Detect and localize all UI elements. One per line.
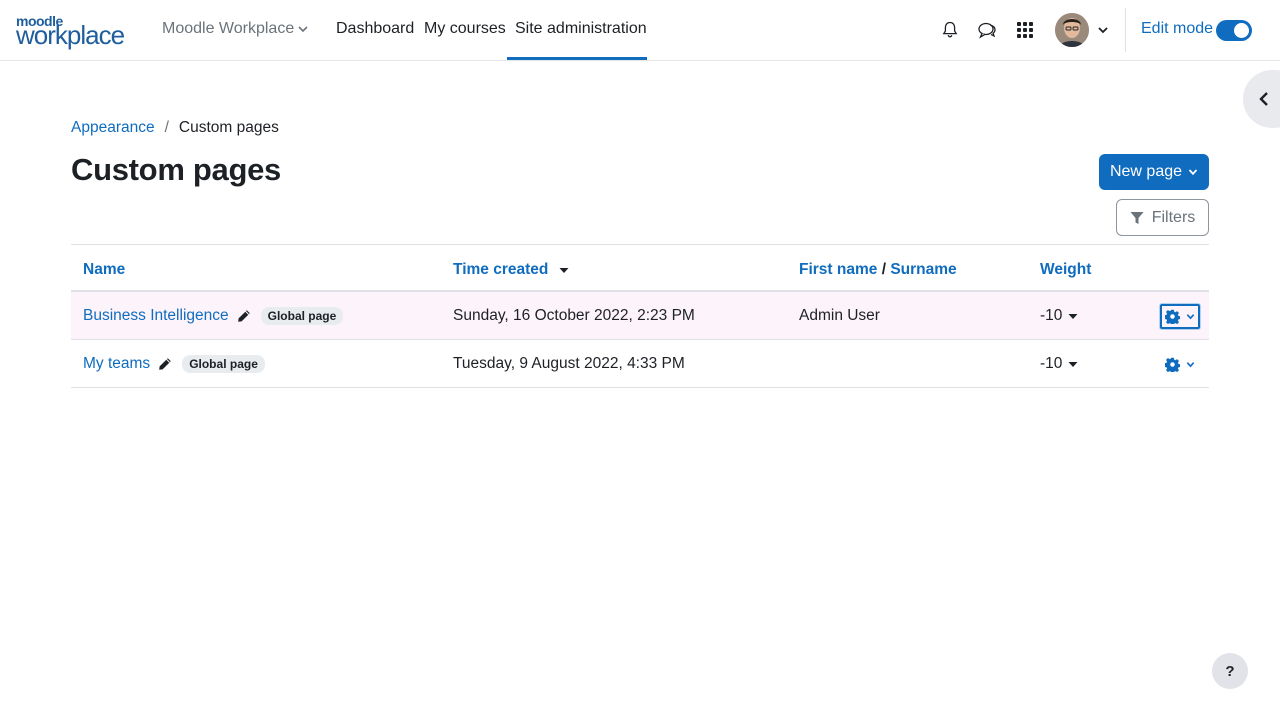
column-header-surname[interactable]: Surname	[890, 261, 956, 278]
user-cell: Admin User	[799, 307, 880, 324]
table-row: My teams Global page Tuesday, 9 August 2…	[71, 340, 1209, 388]
page-name-link[interactable]: My teams	[83, 355, 150, 373]
sort-descending-icon	[559, 267, 569, 273]
column-header-name[interactable]: Name	[83, 261, 125, 279]
global-page-badge: Global page	[260, 307, 344, 325]
filters-label: Filters	[1151, 208, 1196, 226]
user-menu-chevron-icon[interactable]	[1097, 24, 1109, 36]
toggle-knob	[1234, 23, 1249, 38]
page-name-link[interactable]: Business Intelligence	[83, 307, 229, 325]
gear-icon	[1165, 309, 1180, 324]
global-page-badge: Global page	[182, 355, 265, 373]
chevron-down-icon	[1186, 362, 1195, 368]
nav-active-indicator	[507, 57, 647, 60]
weight-value: -10	[1040, 307, 1063, 324]
nav-dashboard[interactable]: Dashboard	[336, 20, 414, 38]
notifications-bell-icon[interactable]	[939, 19, 961, 41]
row-actions-menu-button[interactable]	[1160, 304, 1200, 329]
chevron-down-icon	[1186, 314, 1195, 320]
new-page-button[interactable]: New page	[1099, 154, 1209, 190]
row-actions-menu-button[interactable]	[1160, 352, 1200, 377]
name-cell: Business Intelligence Global page	[83, 307, 344, 325]
gear-icon	[1165, 357, 1180, 372]
edit-mode-label: Edit mode	[1141, 20, 1214, 37]
user-avatar[interactable]	[1055, 13, 1089, 47]
chevron-down-icon	[298, 26, 308, 33]
filter-funnel-icon	[1130, 211, 1144, 224]
app-grid-icon[interactable]	[1014, 19, 1036, 41]
breadcrumb: Appearance / Custom pages	[71, 119, 279, 137]
breadcrumb-appearance-link[interactable]: Appearance	[71, 119, 155, 137]
edit-mode-toggle[interactable]	[1216, 20, 1252, 41]
caret-down-icon	[1068, 362, 1078, 367]
edit-pencil-icon[interactable]	[237, 309, 251, 323]
column-header-weight[interactable]: Weight	[1040, 261, 1091, 279]
logo-line-2: workplace	[16, 20, 125, 50]
column-header-user: First name / Surname	[799, 261, 957, 279]
nav-site-administration[interactable]: Site administration	[515, 20, 647, 38]
breadcrumb-current: Custom pages	[178, 119, 279, 136]
edit-pencil-icon[interactable]	[158, 357, 172, 371]
chevron-left-icon	[1259, 92, 1268, 106]
table-header-row: Name Time created First name / Surname W…	[71, 244, 1209, 292]
column-header-first-name[interactable]: First name	[799, 261, 877, 278]
time-created-cell: Tuesday, 9 August 2022, 4:33 PM	[453, 355, 685, 372]
table-row: Business Intelligence Global page Sunday…	[71, 292, 1209, 340]
open-block-drawer-button[interactable]	[1243, 70, 1280, 128]
name-cell: My teams Global page	[83, 355, 265, 373]
chevron-down-icon	[1188, 169, 1198, 176]
help-button[interactable]: ?	[1212, 653, 1248, 689]
breadcrumb-separator: /	[164, 119, 169, 136]
moodle-workplace-logo[interactable]: moodle workplace	[16, 14, 132, 50]
nav-my-courses[interactable]: My courses	[424, 20, 506, 38]
time-created-cell: Sunday, 16 October 2022, 2:23 PM	[453, 307, 695, 324]
weight-dropdown[interactable]: -10	[1040, 307, 1078, 325]
top-navbar: moodle workplace Moodle Workplace Dashbo…	[0, 0, 1280, 61]
navbar-divider	[1125, 8, 1126, 52]
site-switcher-dropdown[interactable]: Moodle Workplace	[162, 20, 308, 38]
messages-chat-icon[interactable]	[976, 19, 998, 41]
time-created-label: Time created	[453, 261, 549, 278]
new-page-label: New page	[1109, 163, 1183, 180]
header-separator: /	[881, 261, 887, 278]
column-header-time-created[interactable]: Time created	[453, 261, 569, 279]
weight-dropdown[interactable]: -10	[1040, 355, 1078, 373]
page-title: Custom pages	[71, 152, 281, 187]
weight-value: -10	[1040, 355, 1063, 372]
filters-button[interactable]: Filters	[1116, 199, 1209, 236]
site-switcher-label: Moodle Workplace	[162, 20, 295, 37]
custom-pages-table: Name Time created First name / Surname W…	[71, 244, 1209, 388]
caret-down-icon	[1068, 314, 1078, 319]
